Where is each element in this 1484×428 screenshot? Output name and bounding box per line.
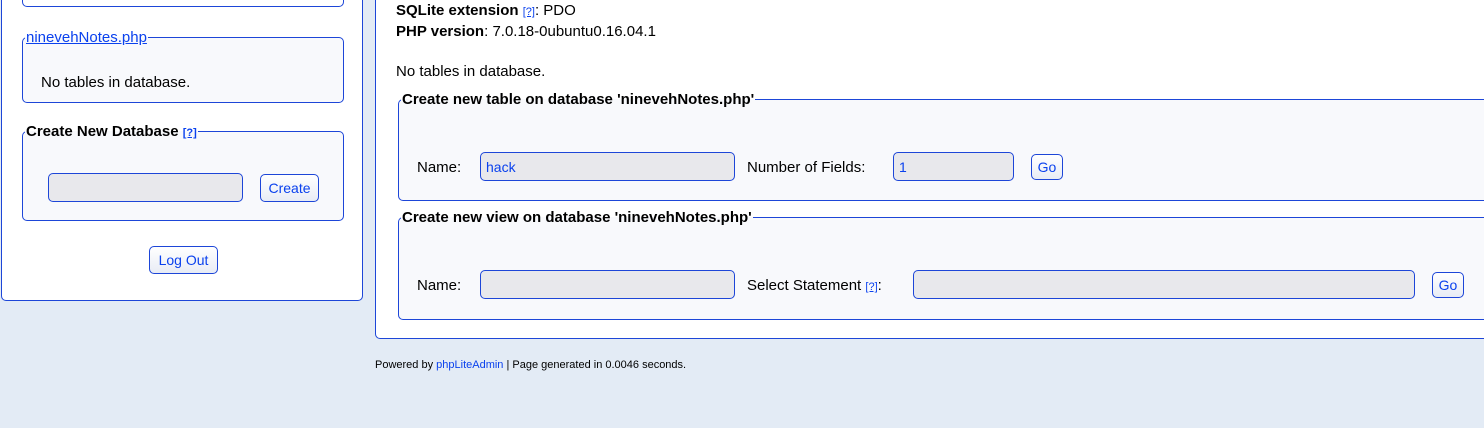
no-tables-text: No tables in database. <box>396 63 546 80</box>
new-database-name-input[interactable] <box>48 173 243 202</box>
create-table-go-button[interactable]: Go <box>1031 154 1063 180</box>
create-table-fieldset: Create new table on database 'ninevehNot… <box>398 91 1484 201</box>
sqlite-extension-help-link[interactable]: [?] <box>523 6 535 18</box>
database-empty-text: No tables in database. <box>41 74 191 91</box>
create-database-fieldset: Create New Database [?] Create <box>22 123 344 221</box>
select-statement-input[interactable] <box>913 270 1415 299</box>
create-database-help-link[interactable]: [?] <box>183 127 197 139</box>
php-version-value: : 7.0.18-0ubuntu0.16.04.1 <box>484 23 656 40</box>
view-name-label: Name: <box>417 277 462 294</box>
database-link[interactable]: ninevehNotes.php <box>26 29 147 46</box>
table-name-input[interactable] <box>480 152 735 181</box>
create-database-button[interactable]: Create <box>260 174 319 202</box>
sidebar-top-box <box>22 0 344 7</box>
create-view-fieldset: Create new view on database 'ninevehNote… <box>398 209 1484 320</box>
php-version-label: PHP version <box>396 23 485 40</box>
sqlite-extension-value: : PDO <box>534 2 576 19</box>
sqlite-extension-label: SQLite extension <box>396 2 519 19</box>
create-view-go-button[interactable]: Go <box>1432 272 1464 298</box>
sidebar-panel: ninevehNotes.php No tables in database. … <box>1 0 363 301</box>
create-table-legend: Create new table on database 'ninevehNot… <box>402 91 755 108</box>
create-view-legend: Create new view on database 'ninevehNote… <box>402 209 752 226</box>
footer-prefix: Powered by <box>375 359 437 371</box>
php-version-line: PHP version: 7.0.18-0ubuntu0.16.04.1 <box>396 23 656 40</box>
create-database-legend: Create New Database [?] <box>25 123 198 140</box>
table-name-label: Name: <box>417 159 462 176</box>
view-name-input[interactable] <box>480 270 735 299</box>
select-statement-label: Select Statement [?]: <box>747 277 882 294</box>
select-statement-text: Select Statement <box>747 277 862 294</box>
select-statement-colon: : <box>877 277 882 294</box>
logout-button[interactable]: Log Out <box>149 246 218 274</box>
create-database-title: Create New Database <box>26 123 179 140</box>
number-of-fields-input[interactable] <box>893 152 1014 181</box>
database-fieldset: ninevehNotes.php No tables in database. <box>22 29 344 103</box>
select-statement-help-link[interactable]: [?] <box>865 281 877 293</box>
number-of-fields-label: Number of Fields: <box>747 159 866 176</box>
main-panel: SQLite extension [?]: PDO PHP version: 7… <box>375 0 1484 339</box>
sqlite-extension-line: SQLite extension [?]: PDO <box>396 2 576 19</box>
footer: Powered by phpLiteAdmin | Page generated… <box>375 359 686 371</box>
phpliteadmin-link[interactable]: phpLiteAdmin <box>436 359 503 371</box>
database-legend: ninevehNotes.php <box>25 29 148 46</box>
footer-suffix: | Page generated in 0.0046 seconds. <box>503 359 687 371</box>
